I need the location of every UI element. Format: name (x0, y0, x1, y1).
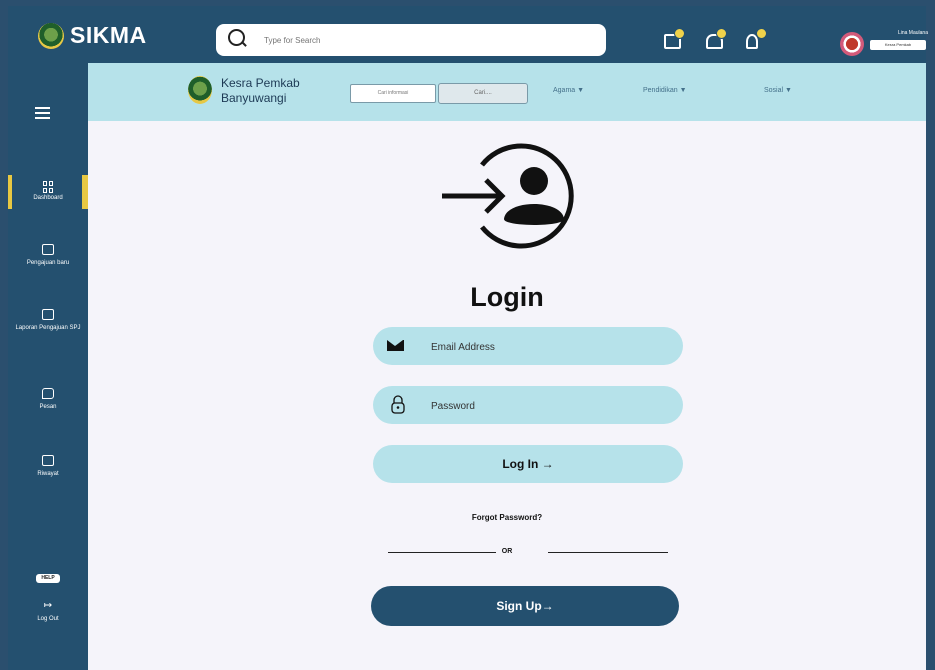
bell-icon[interactable] (704, 26, 730, 52)
sidebar-item-label: Riwayat (37, 471, 59, 477)
filter-field[interactable]: Cari informasi (350, 84, 436, 103)
briefcase-icon (42, 244, 54, 255)
brand[interactable]: SIKMA (38, 22, 147, 49)
help-button[interactable]: HELP (36, 574, 60, 583)
kesra-logo (188, 76, 212, 104)
mail-icon (387, 340, 404, 351)
menu-agama[interactable]: Agama ▼ (553, 87, 584, 94)
app-title: SIKMA (70, 22, 147, 48)
sidebar-item-pengajuan-baru[interactable]: Pengajuan baru (8, 244, 88, 267)
signup-button[interactable]: Sign Up→ (371, 586, 679, 626)
sidebar-item-label: Dashboard (33, 195, 63, 201)
sidebar-item-label: Pesan (39, 404, 57, 410)
login-user-icon (442, 143, 574, 249)
avatar[interactable] (840, 32, 864, 56)
chat-icon (42, 388, 54, 399)
lock-icon (391, 395, 405, 414)
sidebar-item-label: Laporan Pengajuan SPJ (15, 325, 81, 331)
org-title-line2: Banyuwangi (221, 91, 287, 105)
subheader: Kesra Pemkab Banyuwangi Cari informasi C… (88, 63, 926, 121)
logout-button[interactable]: ↦ Log Out (8, 601, 88, 623)
login-panel: Login Log In → Forgot Password? OR Sign … (88, 121, 926, 670)
message-icon[interactable] (662, 26, 688, 52)
logout-label: Log Out (37, 616, 59, 622)
logout-icon: ↦ (43, 600, 53, 611)
menu-pendidikan[interactable]: Pendidikan ▼ (643, 87, 687, 94)
app-logo (38, 22, 64, 49)
user-role: Kesra Pemkab (870, 40, 926, 50)
sidebar-item-laporan[interactable]: Laporan Pengajuan SPJ (8, 309, 88, 332)
top-bar: SIKMA Lina Maulana Kesra Pemkab (8, 6, 928, 63)
search-input[interactable] (262, 30, 586, 50)
menu-sosial[interactable]: Sosial ▼ (764, 87, 792, 94)
password-field[interactable] (373, 386, 683, 424)
sidebar-item-label: Pengajuan baru (26, 260, 70, 266)
email-field[interactable] (373, 327, 683, 365)
forgot-password-link[interactable]: Forgot Password? (88, 513, 926, 522)
app-frame: SIKMA Lina Maulana Kesra Pemkab (0, 0, 935, 670)
calendar-icon (42, 309, 54, 320)
sidebar: Dashboard Pengajuan baru Laporan Pengaju… (8, 63, 88, 670)
menu-icon[interactable] (35, 107, 50, 119)
divider-right (548, 552, 668, 553)
login-button[interactable]: Log In → (373, 445, 683, 483)
search-bar[interactable] (216, 24, 606, 56)
sidebar-item-pesan[interactable]: Pesan (8, 388, 88, 411)
password-input[interactable] (429, 396, 663, 416)
login-title: Login (470, 282, 544, 312)
org-title-line1: Kesra Pemkab (221, 76, 300, 90)
search-field-secondary[interactable]: Cari.... (438, 83, 528, 104)
sidebar-item-dashboard[interactable]: Dashboard (8, 181, 88, 202)
search-icon (228, 29, 245, 46)
calendar-icon (42, 455, 54, 466)
or-divider-text: OR (501, 548, 513, 555)
grid-icon (43, 181, 53, 193)
email-input[interactable] (429, 337, 663, 357)
user-info[interactable]: Lina Maulana Kesra Pemkab (870, 30, 928, 58)
user-name: Lina Maulana (897, 30, 928, 36)
sidebar-item-riwayat[interactable]: Riwayat (8, 455, 88, 478)
org-title: Kesra Pemkab Banyuwangi (221, 76, 300, 106)
badge-icon[interactable] (744, 26, 770, 52)
